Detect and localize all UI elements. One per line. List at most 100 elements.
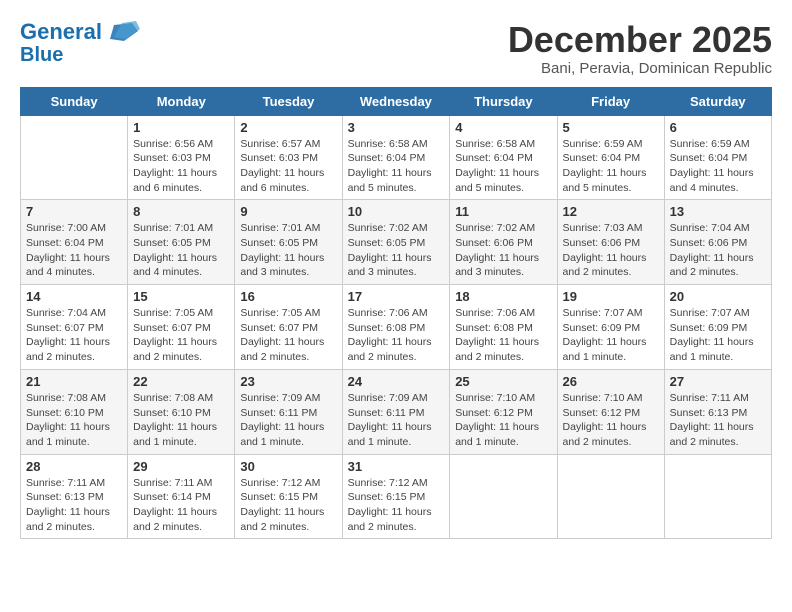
day-number: 20 — [670, 289, 766, 304]
calendar-table: SundayMondayTuesdayWednesdayThursdayFrid… — [20, 87, 772, 540]
calendar-cell: 22 Sunrise: 7:08 AMSunset: 6:10 PMDayligh… — [128, 369, 235, 454]
day-info: Sunrise: 7:03 AMSunset: 6:06 PMDaylight:… — [563, 221, 659, 280]
calendar-cell: 3 Sunrise: 6:58 AMSunset: 6:04 PMDaylight… — [342, 115, 450, 200]
day-info: Sunrise: 6:58 AMSunset: 6:04 PMDaylight:… — [348, 137, 445, 196]
calendar-cell: 13 Sunrise: 7:04 AMSunset: 6:06 PMDayligh… — [664, 200, 771, 285]
day-info: Sunrise: 7:10 AMSunset: 6:12 PMDaylight:… — [563, 391, 659, 450]
calendar-cell: 27Sunrise: 7:11 AMSunset: 6:13 PMDayligh… — [664, 369, 771, 454]
day-number: 17 — [348, 289, 445, 304]
day-number: 11 — [455, 204, 551, 219]
day-info: Sunrise: 6:59 AMSunset: 6:04 PMDaylight:… — [670, 137, 766, 196]
logo-blue: Blue — [20, 44, 63, 66]
day-header-saturday: Saturday — [664, 87, 771, 115]
day-header-wednesday: Wednesday — [342, 87, 450, 115]
day-info: Sunrise: 7:02 AMSunset: 6:06 PMDaylight:… — [455, 221, 551, 280]
day-number: 7 — [26, 204, 122, 219]
day-info: Sunrise: 6:57 AMSunset: 6:03 PMDaylight:… — [240, 137, 336, 196]
calendar-cell: 26 Sunrise: 7:10 AMSunset: 6:12 PMDayligh… — [557, 369, 664, 454]
day-info: Sunrise: 7:12 AMSunset: 6:15 PMDaylight:… — [240, 476, 336, 535]
day-number: 26 — [563, 374, 659, 389]
day-info: Sunrise: 7:04 AMSunset: 6:06 PMDaylight:… — [670, 221, 766, 280]
day-info: Sunrise: 7:01 AMSunset: 6:05 PMDaylight:… — [133, 221, 229, 280]
day-number: 4 — [455, 120, 551, 135]
calendar-cell: 23Sunrise: 7:09 AMSunset: 6:11 PMDayligh… — [235, 369, 342, 454]
calendar-cell: 1Sunrise: 6:56 AMSunset: 6:03 PMDaylight… — [128, 115, 235, 200]
day-number: 18 — [455, 289, 551, 304]
day-number: 13 — [670, 204, 766, 219]
day-info: Sunrise: 7:10 AMSunset: 6:12 PMDaylight:… — [455, 391, 551, 450]
day-info: Sunrise: 7:08 AMSunset: 6:10 PMDaylight:… — [26, 391, 122, 450]
day-info: Sunrise: 7:05 AMSunset: 6:07 PMDaylight:… — [133, 306, 229, 365]
calendar-cell: 19 Sunrise: 7:07 AMSunset: 6:09 PMDayligh… — [557, 285, 664, 370]
day-header-tuesday: Tuesday — [235, 87, 342, 115]
calendar-cell: 16Sunrise: 7:05 AMSunset: 6:07 PMDayligh… — [235, 285, 342, 370]
day-number: 12 — [563, 204, 659, 219]
calendar-cell — [557, 454, 664, 539]
day-info: Sunrise: 7:07 AMSunset: 6:09 PMDaylight:… — [670, 306, 766, 365]
day-number: 15 — [133, 289, 229, 304]
calendar-cell: 24 Sunrise: 7:09 AMSunset: 6:11 PMDayligh… — [342, 369, 450, 454]
calendar-week-5: 28Sunrise: 7:11 AMSunset: 6:13 PMDayligh… — [21, 454, 772, 539]
day-header-friday: Friday — [557, 87, 664, 115]
day-info: Sunrise: 7:02 AMSunset: 6:05 PMDaylight:… — [348, 221, 445, 280]
calendar-cell — [21, 115, 128, 200]
day-info: Sunrise: 7:12 AMSunset: 6:15 PMDaylight:… — [348, 476, 445, 535]
day-number: 27 — [670, 374, 766, 389]
day-info: Sunrise: 7:01 AMSunset: 6:05 PMDaylight:… — [240, 221, 336, 280]
title-block: December 2025 Bani, Peravia, Dominican R… — [508, 20, 772, 77]
calendar-cell: 6Sunrise: 6:59 AMSunset: 6:04 PMDaylight… — [664, 115, 771, 200]
day-number: 30 — [240, 459, 336, 474]
day-number: 21 — [26, 374, 122, 389]
day-info: Sunrise: 7:05 AMSunset: 6:07 PMDaylight:… — [240, 306, 336, 365]
day-number: 3 — [348, 120, 445, 135]
calendar-cell: 9Sunrise: 7:01 AMSunset: 6:05 PMDaylight… — [235, 200, 342, 285]
day-info: Sunrise: 7:11 AMSunset: 6:14 PMDaylight:… — [133, 476, 229, 535]
calendar-cell: 28Sunrise: 7:11 AMSunset: 6:13 PMDayligh… — [21, 454, 128, 539]
logo-icon — [104, 21, 140, 43]
day-number: 31 — [348, 459, 445, 474]
day-info: Sunrise: 6:56 AMSunset: 6:03 PMDaylight:… — [133, 137, 229, 196]
day-info: Sunrise: 7:09 AMSunset: 6:11 PMDaylight:… — [348, 391, 445, 450]
calendar-body: 1Sunrise: 6:56 AMSunset: 6:03 PMDaylight… — [21, 115, 772, 539]
day-number: 22 — [133, 374, 229, 389]
calendar-cell: 21 Sunrise: 7:08 AMSunset: 6:10 PMDayligh… — [21, 369, 128, 454]
calendar-cell: 20 Sunrise: 7:07 AMSunset: 6:09 PMDayligh… — [664, 285, 771, 370]
calendar-cell: 2 Sunrise: 6:57 AMSunset: 6:03 PMDaylight… — [235, 115, 342, 200]
day-header-sunday: Sunday — [21, 87, 128, 115]
day-info: Sunrise: 7:04 AMSunset: 6:07 PMDaylight:… — [26, 306, 122, 365]
calendar-cell: 11 Sunrise: 7:02 AMSunset: 6:06 PMDayligh… — [450, 200, 557, 285]
location-subtitle: Bani, Peravia, Dominican Republic — [508, 60, 772, 77]
calendar-cell: 29Sunrise: 7:11 AMSunset: 6:14 PMDayligh… — [128, 454, 235, 539]
day-number: 25 — [455, 374, 551, 389]
calendar-cell — [664, 454, 771, 539]
day-info: Sunrise: 7:07 AMSunset: 6:09 PMDaylight:… — [563, 306, 659, 365]
day-info: Sunrise: 7:06 AMSunset: 6:08 PMDaylight:… — [455, 306, 551, 365]
month-title: December 2025 — [508, 20, 772, 60]
day-number: 14 — [26, 289, 122, 304]
calendar-cell: 30 Sunrise: 7:12 AMSunset: 6:15 PMDayligh… — [235, 454, 342, 539]
calendar-cell: 18 Sunrise: 7:06 AMSunset: 6:08 PMDayligh… — [450, 285, 557, 370]
day-number: 24 — [348, 374, 445, 389]
calendar-cell: 10Sunrise: 7:02 AMSunset: 6:05 PMDayligh… — [342, 200, 450, 285]
calendar-cell — [450, 454, 557, 539]
day-number: 8 — [133, 204, 229, 219]
calendar-cell: 7Sunrise: 7:00 AMSunset: 6:04 PMDaylight… — [21, 200, 128, 285]
day-info: Sunrise: 7:08 AMSunset: 6:10 PMDaylight:… — [133, 391, 229, 450]
calendar-cell: 17Sunrise: 7:06 AMSunset: 6:08 PMDayligh… — [342, 285, 450, 370]
day-number: 2 — [240, 120, 336, 135]
day-header-monday: Monday — [128, 87, 235, 115]
calendar-week-1: 1Sunrise: 6:56 AMSunset: 6:03 PMDaylight… — [21, 115, 772, 200]
calendar-header-row: SundayMondayTuesdayWednesdayThursdayFrid… — [21, 87, 772, 115]
day-number: 5 — [563, 120, 659, 135]
day-number: 23 — [240, 374, 336, 389]
calendar-cell: 31 Sunrise: 7:12 AMSunset: 6:15 PMDayligh… — [342, 454, 450, 539]
day-header-thursday: Thursday — [450, 87, 557, 115]
calendar-cell: 14 Sunrise: 7:04 AMSunset: 6:07 PMDayligh… — [21, 285, 128, 370]
day-number: 19 — [563, 289, 659, 304]
calendar-cell: 12 Sunrise: 7:03 AMSunset: 6:06 PMDayligh… — [557, 200, 664, 285]
day-info: Sunrise: 6:59 AMSunset: 6:04 PMDaylight:… — [563, 137, 659, 196]
calendar-cell: 15 Sunrise: 7:05 AMSunset: 6:07 PMDayligh… — [128, 285, 235, 370]
calendar-cell: 8 Sunrise: 7:01 AMSunset: 6:05 PMDaylight… — [128, 200, 235, 285]
calendar-week-3: 14 Sunrise: 7:04 AMSunset: 6:07 PMDayligh… — [21, 285, 772, 370]
calendar-cell: 4Sunrise: 6:58 AMSunset: 6:04 PMDaylight… — [450, 115, 557, 200]
